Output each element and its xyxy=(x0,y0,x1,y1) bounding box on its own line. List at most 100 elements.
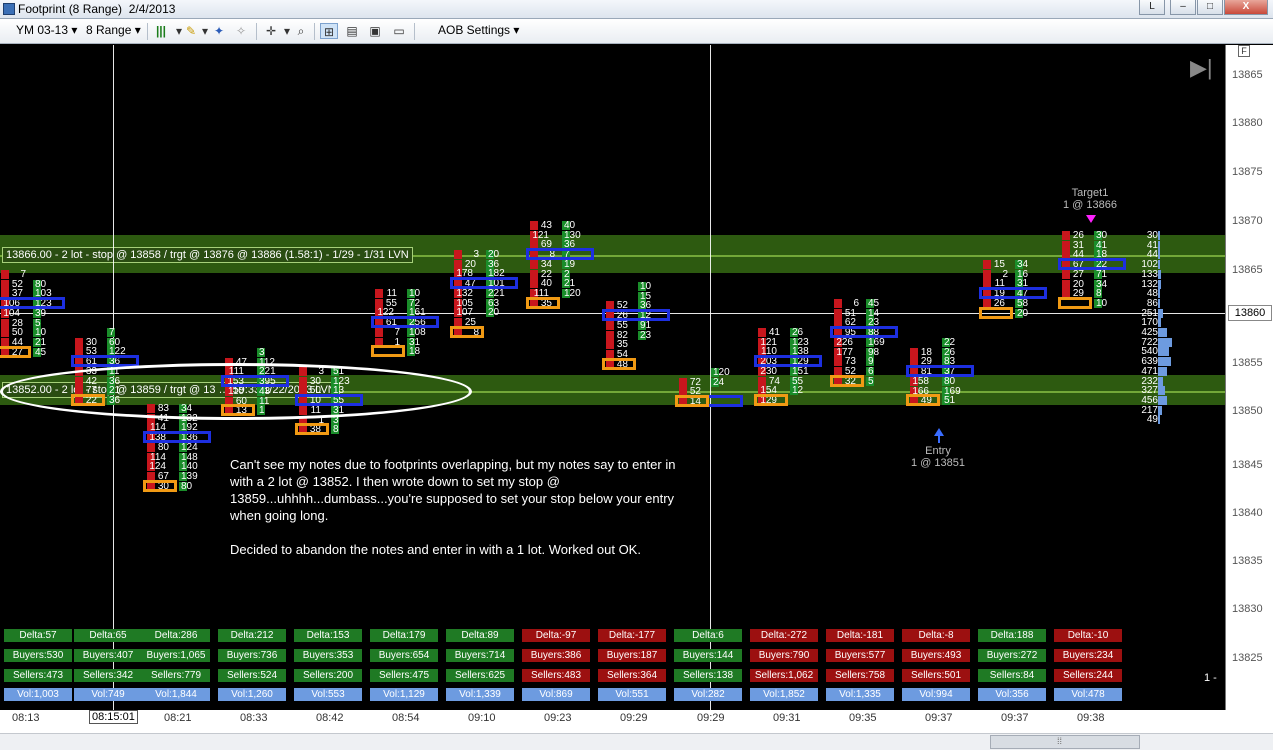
delta-stat: Delta:57 xyxy=(4,629,72,642)
ask-volume: 20 xyxy=(488,307,500,318)
zoom-icon[interactable]: ⌕ xyxy=(292,23,310,39)
bars-icon[interactable]: ||| xyxy=(152,23,170,39)
ask-volume: 23 xyxy=(640,330,652,341)
imbalance-marker xyxy=(906,394,940,406)
instrument-label: YM 03-13 xyxy=(16,23,69,37)
poc-marker xyxy=(526,248,594,260)
target-arrow-icon xyxy=(1086,215,1096,223)
grip-icon: ⁞⁞ xyxy=(1057,736,1063,746)
poc-marker xyxy=(979,287,1047,299)
f-button[interactable]: F xyxy=(1238,45,1250,57)
price-axis-label: 13825 xyxy=(1232,652,1263,664)
chart-style-icon[interactable]: ⊞ xyxy=(320,23,338,39)
volume-bar xyxy=(1158,299,1160,308)
price-axis[interactable]: F 13860 1 - 13865 13880 13875 13870 13865 138… xyxy=(1204,45,1273,710)
volume-bar xyxy=(1158,377,1163,386)
poc-marker xyxy=(906,365,974,377)
vol-stat: Vol:553 xyxy=(294,688,362,701)
vol-stat: Vol:551 xyxy=(598,688,666,701)
instrument-selector[interactable]: YM 03-13 ▾ xyxy=(16,23,77,37)
minimize-button[interactable]: – xyxy=(1170,0,1196,15)
volume-bar xyxy=(1158,406,1163,415)
footprint-chart[interactable]: 13866.00 - 2 lot - stop @ 13858 / trgt @… xyxy=(0,45,1225,710)
pin-icon[interactable]: ✦ xyxy=(210,23,228,39)
delta-stat: Delta:-8 xyxy=(902,629,970,642)
maximize-button[interactable]: □ xyxy=(1197,0,1223,15)
bar-0931[interactable]: 41 26 121 123 110 138 203 129 230 151 74 55 154 12 129 xyxy=(752,328,824,406)
imbalance-marker xyxy=(979,307,1013,319)
bar-0923[interactable]: 43 40 121 130 69 36 8 7 34 19 22 2 40 21 111 120 35 xyxy=(524,221,596,309)
sellers-stat: Sellers:84 xyxy=(978,669,1046,682)
buyers-stat: Buyers:493 xyxy=(902,649,970,662)
skip-to-end-icon[interactable]: ▶| xyxy=(1190,55,1213,81)
time-axis-label: 09:38 xyxy=(1077,712,1105,724)
entry-title: Entry xyxy=(925,445,951,457)
volume-bar xyxy=(1158,231,1160,240)
imbalance-marker xyxy=(675,395,709,407)
target-title: Target1 xyxy=(1071,187,1109,199)
ask-volume: 20 xyxy=(1017,308,1029,319)
toolbar-separator xyxy=(414,23,415,40)
link-button[interactable]: L xyxy=(1139,0,1165,15)
image-icon[interactable]: ▣ xyxy=(366,23,384,39)
volume-bar xyxy=(1158,309,1164,318)
sellers-stat: Sellers:475 xyxy=(370,669,438,682)
ask-volume: 5 xyxy=(868,376,874,387)
sellers-stat: Sellers:501 xyxy=(902,669,970,682)
bar-0929b[interactable]: 120 72 24 52 14 xyxy=(675,368,743,407)
vol-stat: Vol:1,003 xyxy=(4,688,72,701)
buyers-stat: Buyers:234 xyxy=(1054,649,1122,662)
price-axis-label: 13850 xyxy=(1232,405,1263,417)
volume-bar xyxy=(1158,347,1169,356)
target-detail: 1 @ 13866 xyxy=(1063,199,1117,211)
sellers-stat: Sellers:364 xyxy=(598,669,666,682)
bar-0937b[interactable]: 15 34 2 16 11 31 19 47 26 58 20 xyxy=(979,260,1047,319)
price-axis-label: 13865 xyxy=(1232,264,1263,276)
title-bar: Footprint (8 Range) 2/4/2013 L – □ X xyxy=(0,0,1273,19)
price-axis-label: 13830 xyxy=(1232,603,1263,615)
bar-volume[interactable]: 30 41 44 102 133 132 48 86 251 170 425 722 540 639 471… xyxy=(1132,231,1172,425)
window-title: Footprint (8 Range) 2/4/2013 xyxy=(18,2,176,16)
volume-bar xyxy=(1158,328,1167,337)
buyers-stat: Buyers:187 xyxy=(598,649,666,662)
aob-settings-menu[interactable]: AOB Settings ▾ xyxy=(438,23,519,37)
imbalance-marker xyxy=(143,480,177,492)
bar-type-selector[interactable]: 8 Range ▾ xyxy=(86,23,141,37)
magnet-icon[interactable]: ✧ xyxy=(232,23,250,39)
time-axis-label: 08:54 xyxy=(392,712,420,724)
time-axis-label: 09:29 xyxy=(620,712,648,724)
sellers-stat: Sellers:483 xyxy=(522,669,590,682)
vol-stat: Vol:1,339 xyxy=(446,688,514,701)
bar-0938[interactable]: 26 30 31 41 44 18 67 22 27 71 20 34 29 8 10 xyxy=(1056,231,1128,309)
bar-0910[interactable]: 3 20 20 36 178 182 47 101 132 221 105 63 107 20 25 8 xyxy=(448,250,520,338)
delta-stat: Delta:-97 xyxy=(522,629,590,642)
sellers-stat: Sellers:473 xyxy=(4,669,72,682)
bar-0935[interactable]: 6 45 51 14 62 23 95 88 226 169 177 98 73 9 52 6 32 5 xyxy=(828,299,900,387)
data-box-icon[interactable]: ▤ xyxy=(343,23,361,39)
close-button[interactable]: X xyxy=(1224,0,1268,15)
vol-stat: Vol:356 xyxy=(978,688,1046,701)
delta-stat: Delta:179 xyxy=(370,629,438,642)
sellers-stat: Sellers:200 xyxy=(294,669,362,682)
vol-stat: Vol:1,129 xyxy=(370,688,438,701)
vol-stat: Vol:1,260 xyxy=(218,688,286,701)
toolbar-separator xyxy=(314,23,315,40)
volume-bar xyxy=(1158,270,1161,279)
bar-0813[interactable]: 7 52 80 37 103 106 123 104 39 28 5 50 10 44 21 27 45 xyxy=(0,270,65,358)
bar-0937a[interactable]: 22 18 26 29 83 81 37 158 80 166 169 49 51 xyxy=(904,338,976,406)
scrollbar-thumb[interactable]: ⁞⁞ xyxy=(990,735,1140,749)
price-axis-label: 13870 xyxy=(1232,215,1263,227)
bar-0929a[interactable]: 10 15 52 36 26 12 55 91 82 23 35 54 48 xyxy=(600,282,672,370)
app-icon xyxy=(3,3,15,15)
volume-bar xyxy=(1158,415,1160,424)
vol-stat: Vol:994 xyxy=(902,688,970,701)
imbalance-marker xyxy=(602,358,636,370)
horizontal-scrollbar[interactable]: ⁞⁞ xyxy=(0,733,1273,750)
volume-bar xyxy=(1158,250,1160,259)
chevron-down-icon: ▾ xyxy=(134,23,141,37)
imbalance-marker xyxy=(0,346,31,358)
save-icon[interactable]: ▭ xyxy=(390,23,408,39)
bar-0854[interactable]: 11 10 55 72 122 161 61 256 7 108 1 31 18 xyxy=(371,289,439,357)
time-axis-label: 08:13 xyxy=(12,712,40,724)
poc-marker xyxy=(0,297,65,309)
